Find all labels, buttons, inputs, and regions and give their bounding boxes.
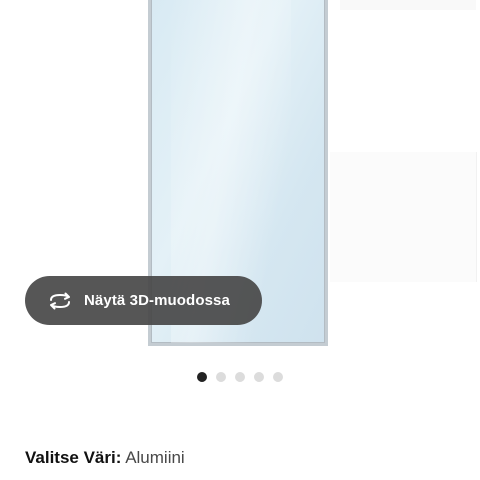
image-carousel-dots	[0, 372, 480, 382]
carousel-dot-4[interactable]	[254, 372, 264, 382]
color-selector-value: Alumiini	[125, 448, 185, 467]
color-selector[interactable]: Valitse Väri: Alumiini	[25, 448, 185, 468]
color-selector-label: Valitse Väri:	[25, 448, 122, 467]
carousel-dot-1[interactable]	[197, 372, 207, 382]
carousel-dot-3[interactable]	[235, 372, 245, 382]
carousel-dot-2[interactable]	[216, 372, 226, 382]
view-3d-button[interactable]: Näytä 3D-muodossa	[25, 276, 262, 325]
carousel-dot-5[interactable]	[273, 372, 283, 382]
product-image-viewer[interactable]: Näytä 3D-muodossa	[0, 0, 480, 360]
background-shape	[340, 0, 476, 10]
rotate-3d-icon	[47, 292, 73, 310]
view-3d-label: Näytä 3D-muodossa	[84, 292, 230, 309]
product-page: Näytä 3D-muodossa Valitse Väri: Alumiini	[0, 0, 480, 480]
background-shape	[330, 152, 477, 282]
